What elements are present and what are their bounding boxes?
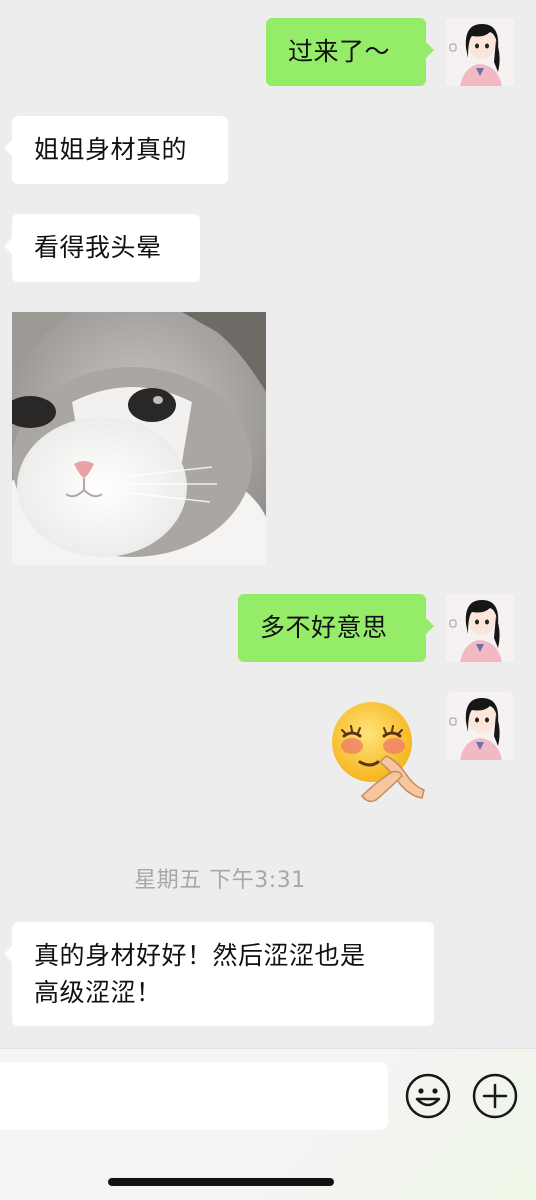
incoming-message[interactable]: 真的身材好好！然后涩涩也是 高级涩涩！ [4,922,434,1026]
message-text: 看得我头晕 [34,233,162,262]
chat-screen: 过来了～ 姐姐身材真的 看得我头晕 多不好意思 星期五 下午3:31 真的身材好… [0,0,536,1200]
plus-circle-icon [472,1073,518,1119]
message-text: 过来了～ [288,37,391,66]
avatar-anime-girl-icon [446,594,514,662]
message-text: 姐姐身材真的 [34,135,188,164]
avatar[interactable] [446,692,514,760]
sticker-message[interactable] [330,700,426,806]
avatar-anime-girl-icon [446,692,514,760]
timestamp: 星期五 下午3:31 [134,868,306,893]
smiley-icon [405,1073,451,1119]
avatar-anime-girl-icon [446,18,514,86]
cat-image-message[interactable] [12,312,266,565]
incoming-message[interactable]: 看得我头晕 [4,214,200,282]
message-text-line: 真的身材好好！然后涩涩也是 [34,941,366,970]
message-text-line: 高级涩涩！ [34,978,162,1007]
shy-blush-emoji-icon [332,702,425,803]
incoming-message[interactable]: 姐姐身材真的 [4,116,228,184]
cat-face-photo-icon [12,312,266,565]
more-options-button[interactable] [472,1073,518,1119]
outgoing-message[interactable]: 多不好意思 [238,594,434,662]
message-input[interactable] [0,1062,388,1130]
outgoing-message[interactable]: 过来了～ [266,18,434,86]
message-text: 多不好意思 [260,613,388,642]
emoji-button[interactable] [405,1073,451,1119]
home-indicator[interactable] [108,1178,334,1186]
avatar[interactable] [446,594,514,662]
avatar[interactable] [446,18,514,86]
